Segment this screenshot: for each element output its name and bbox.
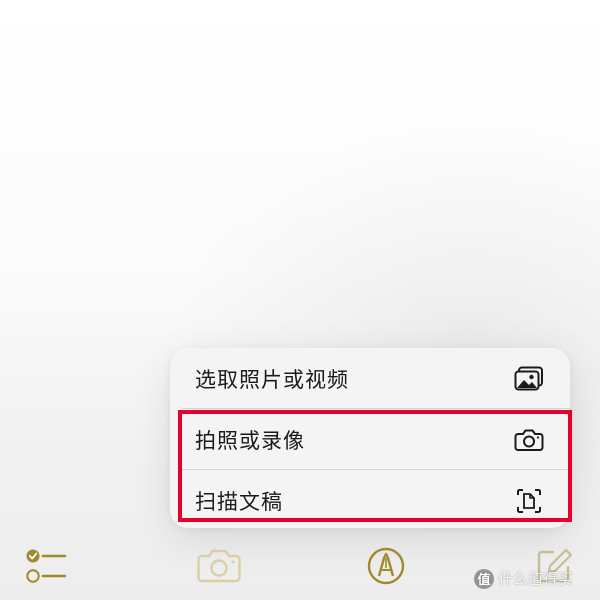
camera-icon <box>196 548 242 588</box>
scan-document-icon <box>514 488 544 514</box>
watermark: 值 什么值得买 <box>474 568 573 589</box>
watermark-logo: 值 <box>474 568 494 589</box>
markup-pen-icon <box>366 546 406 590</box>
photo-library-icon <box>514 366 544 392</box>
menu-item-label: 扫描文稿 <box>195 489 283 514</box>
attachment-menu: 选取照片或视频 拍照或录像 扫描文稿 <box>170 348 570 528</box>
camera-icon <box>514 427 544 453</box>
camera-toolbar-button[interactable] <box>194 546 244 590</box>
checklist-icon <box>24 546 68 590</box>
menu-item-take-photo-video[interactable]: 拍照或录像 <box>170 409 570 470</box>
menu-item-scan-document[interactable]: 扫描文稿 <box>170 470 570 528</box>
markup-button[interactable] <box>364 546 408 590</box>
checklist-button[interactable] <box>22 548 70 588</box>
menu-item-label: 拍照或录像 <box>195 428 305 453</box>
menu-item-label: 选取照片或视频 <box>195 367 349 392</box>
menu-item-choose-photo-video[interactable]: 选取照片或视频 <box>170 348 570 409</box>
watermark-text: 什么值得买 <box>498 570 574 588</box>
